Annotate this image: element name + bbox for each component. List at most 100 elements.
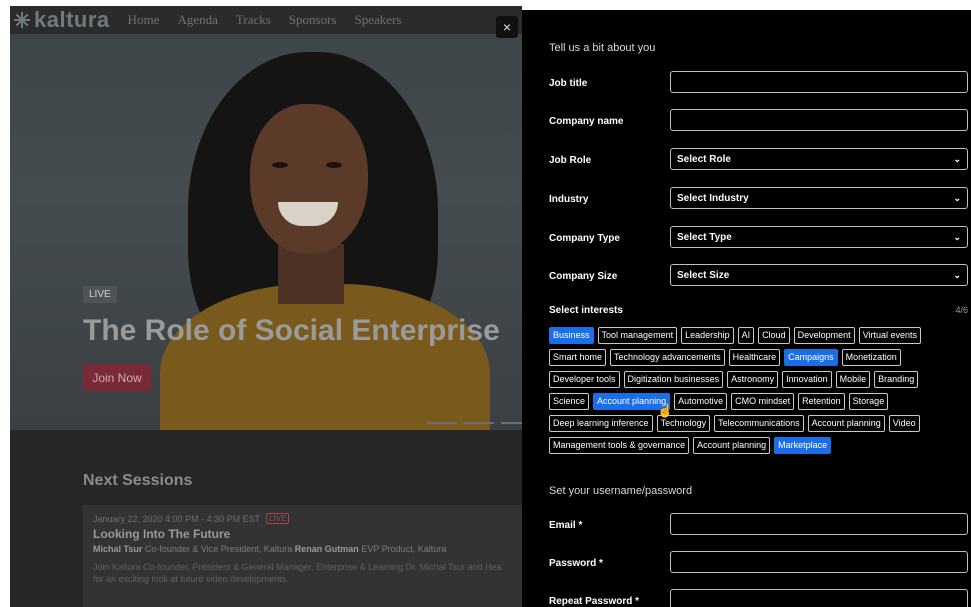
next-sessions-title: Next Sessions — [83, 472, 193, 489]
nav-home[interactable]: Home — [128, 12, 160, 28]
interest-tag[interactable]: AI — [737, 327, 755, 344]
interest-tag[interactable]: Account planning — [807, 415, 885, 432]
interest-tag[interactable]: Cloud — [758, 327, 790, 344]
speaker-name: Michal Tsur — [93, 544, 143, 554]
nav-tracks[interactable]: Tracks — [236, 12, 271, 28]
interest-tag[interactable]: Account planning — [693, 437, 771, 454]
interest-tag[interactable]: Leadership — [681, 327, 734, 344]
password-input[interactable] — [670, 551, 968, 573]
company-name-input[interactable] — [670, 109, 968, 131]
registration-panel: Tell us a bit about you Job title Compan… — [522, 10, 971, 607]
job-role-select[interactable]: Select Role ⌄ — [670, 148, 968, 170]
interest-tag-selected[interactable]: Business — [549, 327, 594, 344]
interest-tag[interactable]: Science — [549, 393, 590, 410]
live-badge: LIVE — [83, 286, 117, 303]
company-type-label: Company Type — [549, 233, 620, 244]
company-size-label: Company Size — [549, 271, 618, 282]
session-speakers: Michal Tsur Co-founder & Vice President,… — [93, 544, 512, 554]
company-name-label: Company name — [549, 116, 624, 127]
industry-value: Select Industry — [677, 192, 749, 204]
job-role-value: Select Role — [677, 153, 731, 165]
interest-tag[interactable]: Virtual events — [858, 327, 922, 344]
credentials-section-title: Set your username/password — [549, 485, 693, 497]
interest-tag[interactable]: Automotive — [674, 393, 728, 410]
chevron-down-icon: ⌄ — [953, 153, 961, 164]
kaltura-logo-icon — [14, 12, 30, 28]
interest-tags: Business Tool management Leadership AI Cloud… — [549, 327, 969, 459]
job-title-input[interactable] — [670, 71, 968, 93]
interest-tag[interactable]: Developer tools — [549, 371, 620, 388]
interest-tag[interactable]: Technology advancements — [610, 349, 725, 366]
interest-tag[interactable]: Smart home — [549, 349, 607, 366]
chevron-down-icon: ⌄ — [953, 269, 961, 280]
about-section-title: Tell us a bit about you — [549, 42, 656, 54]
repeat-password-label: Repeat Password * — [549, 596, 640, 607]
carousel-dot-2[interactable] — [464, 422, 494, 424]
carousel-dot-3[interactable] — [501, 422, 522, 424]
interest-tag-row: Science Account planning Automotive CMO min… — [549, 393, 969, 410]
interest-tag[interactable]: Management tools & governance — [549, 437, 690, 454]
interest-tag[interactable]: Branding — [874, 371, 919, 388]
interest-tag[interactable]: Development — [793, 327, 855, 344]
session-description: Join Kaltura Co-founder, President & Gen… — [93, 561, 512, 585]
email-input[interactable] — [670, 513, 968, 535]
industry-label: Industry — [549, 194, 589, 205]
close-icon[interactable]: × — [496, 16, 518, 38]
interest-tag-row: Management tools & governance Account pla… — [549, 437, 969, 454]
join-now-button[interactable]: Join Now — [83, 364, 151, 391]
industry-select[interactable]: Select Industry ⌄ — [670, 187, 968, 209]
interests-count: 4/6 — [955, 305, 968, 315]
interest-tag[interactable]: Healthcare — [728, 349, 781, 366]
interest-tag-row: Deep learning inference Technology Telecom… — [549, 415, 969, 432]
interest-tag[interactable]: Deep learning inference — [549, 415, 653, 432]
interest-tag-selected[interactable]: Campaigns — [784, 349, 838, 366]
job-role-label: Job Role — [549, 155, 592, 166]
hero-banner: LIVE The Role of Social Enterprise Join … — [10, 34, 522, 430]
hand-pointer-icon: ☝ — [657, 403, 674, 418]
job-title-label: Job title — [549, 78, 588, 89]
company-size-value: Select Size — [677, 269, 730, 281]
company-type-value: Select Type — [677, 231, 732, 243]
chevron-down-icon: ⌄ — [953, 192, 961, 203]
interest-tag[interactable]: Mobile — [835, 371, 871, 388]
interest-tag[interactable]: Tool management — [597, 327, 678, 344]
logo-text: kaltura — [34, 7, 110, 32]
session-description-line: Join Kaltura Co-founder, President & Gen… — [93, 562, 502, 572]
session-date-row: January 22, 2020 4:00 PM - 4:30 PM EST L… — [93, 513, 512, 524]
speaker-name: Renan Gutman — [294, 544, 359, 554]
nav-sponsors[interactable]: Sponsors — [289, 12, 337, 28]
interest-tag[interactable]: Digitization businesses — [623, 371, 724, 388]
interest-tag[interactable]: Telecommunications — [714, 415, 804, 432]
session-description-line: for an exciting look at future video dev… — [93, 574, 289, 584]
interest-tag[interactable]: Storage — [848, 393, 889, 410]
interest-tag-row: Smart home Technology advancements Healthc… — [549, 349, 969, 366]
chevron-down-icon: ⌄ — [953, 231, 961, 242]
nav-agenda[interactable]: Agenda — [177, 12, 217, 28]
repeat-password-input[interactable] — [670, 589, 968, 607]
interest-tag-selected[interactable]: Marketplace — [774, 437, 832, 454]
company-type-select[interactable]: Select Type ⌄ — [670, 226, 968, 248]
email-label: Email * — [549, 520, 583, 531]
company-size-select[interactable]: Select Size ⌄ — [670, 264, 968, 286]
password-label: Password * — [549, 558, 603, 569]
event-site-background: kaltura Home Agenda Tracks Sponsors Spea… — [10, 6, 522, 607]
interest-tag[interactable]: Monetization — [841, 349, 901, 366]
speaker-role: EVP Product, Kaltura — [361, 544, 447, 554]
session-live-badge: LIVE — [266, 513, 290, 524]
next-sessions-section: Next Sessions January 22, 2020 4:00 PM -… — [10, 430, 522, 607]
hero-title: The Role of Social Enterprise — [83, 314, 500, 347]
interest-tag[interactable]: CMO mindset — [731, 393, 795, 410]
session-title[interactable]: Looking Into The Future — [93, 527, 512, 541]
nav-speakers[interactable]: Speakers — [354, 12, 401, 28]
interest-tag[interactable]: Innovation — [782, 371, 832, 388]
interest-tag[interactable]: Retention — [798, 393, 845, 410]
interest-tag[interactable]: Video — [888, 415, 920, 432]
session-date: January 22, 2020 4:00 PM - 4:30 PM EST — [93, 513, 261, 524]
site-nav: kaltura Home Agenda Tracks Sponsors Spea… — [10, 6, 522, 34]
carousel-dot-1[interactable] — [427, 422, 457, 424]
session-card[interactable]: January 22, 2020 4:00 PM - 4:30 PM EST L… — [83, 505, 522, 607]
interest-tag-row: Business Tool management Leadership AI Cloud… — [549, 327, 969, 344]
interest-tag[interactable]: Astronomy — [727, 371, 779, 388]
kaltura-logo[interactable]: kaltura — [14, 7, 110, 33]
speaker-role: Co-founder & Vice President, Kaltura — [144, 544, 293, 554]
